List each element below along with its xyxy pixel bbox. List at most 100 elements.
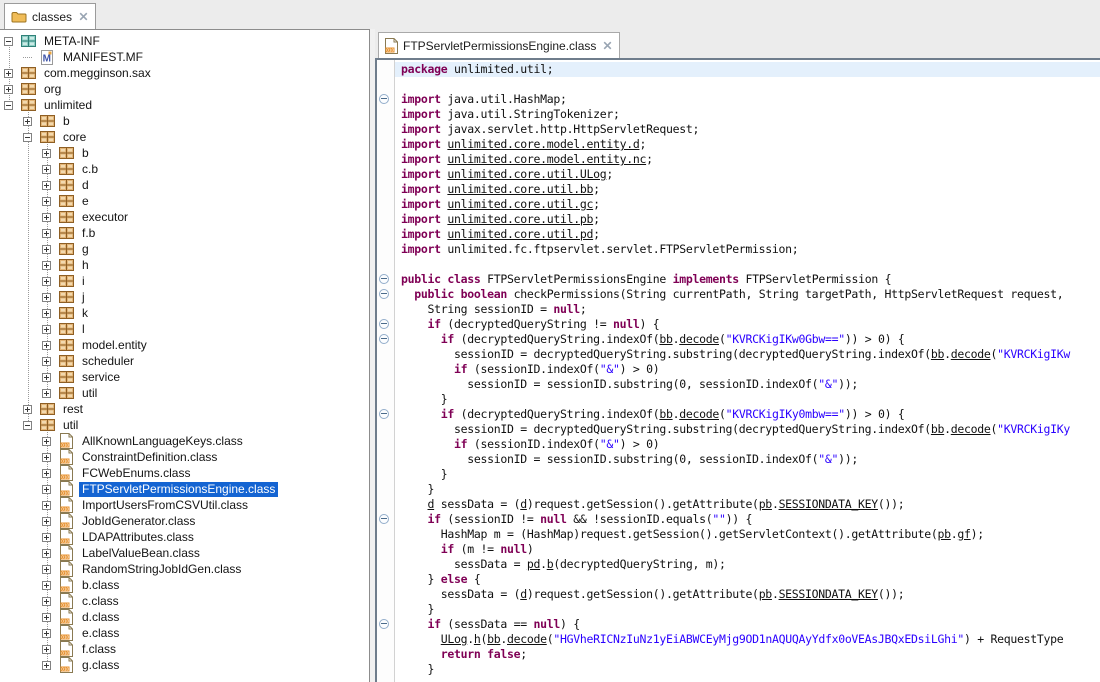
code-link[interactable]: unlimited.core.util.pb: [447, 212, 593, 226]
expand-icon[interactable]: [42, 517, 51, 526]
tree-item[interactable]: unlimited: [0, 97, 369, 113]
code-link[interactable]: d: [520, 587, 527, 601]
tree-item[interactable]: executor: [0, 209, 369, 225]
expand-icon[interactable]: [42, 357, 51, 366]
collapse-icon[interactable]: [4, 101, 13, 110]
code-link[interactable]: decode: [951, 347, 991, 361]
expand-icon[interactable]: [4, 69, 13, 78]
expand-icon[interactable]: [42, 597, 51, 606]
tree-item[interactable]: 010d.class: [0, 609, 369, 625]
expand-icon[interactable]: [23, 405, 32, 414]
code-link[interactable]: pb: [759, 497, 772, 511]
expand-icon[interactable]: [42, 645, 51, 654]
tree-item[interactable]: 010c.class: [0, 593, 369, 609]
tree-item[interactable]: 010FTPServletPermissionsEngine.class: [0, 481, 369, 497]
tree-item[interactable]: org: [0, 81, 369, 97]
fold-collapse-icon[interactable]: [379, 274, 389, 284]
expand-icon[interactable]: [42, 533, 51, 542]
expand-icon[interactable]: [4, 85, 13, 94]
fold-collapse-icon[interactable]: [379, 289, 389, 299]
expand-icon[interactable]: [42, 389, 51, 398]
tree-item[interactable]: model.entity: [0, 337, 369, 353]
jar-tab-classes[interactable]: classes: [4, 3, 96, 29]
expand-icon[interactable]: [42, 469, 51, 478]
tree-item[interactable]: 010RandomStringJobIdGen.class: [0, 561, 369, 577]
expand-icon[interactable]: [23, 117, 32, 126]
expand-icon[interactable]: [42, 373, 51, 382]
tree-item[interactable]: 010LDAPAttributes.class: [0, 529, 369, 545]
expand-icon[interactable]: [42, 485, 51, 494]
tree-item[interactable]: b: [0, 145, 369, 161]
tree-item[interactable]: h: [0, 257, 369, 273]
expand-icon[interactable]: [42, 613, 51, 622]
fold-collapse-icon[interactable]: [379, 334, 389, 344]
expand-icon[interactable]: [42, 549, 51, 558]
collapse-icon[interactable]: [4, 37, 13, 46]
tree-item[interactable]: d: [0, 177, 369, 193]
expand-icon[interactable]: [42, 341, 51, 350]
tree-item[interactable]: META-INF: [0, 33, 369, 49]
tree-item[interactable]: util: [0, 417, 369, 433]
code-link[interactable]: unlimited.core.util.pd: [447, 227, 593, 241]
expand-icon[interactable]: [42, 181, 51, 190]
expand-icon[interactable]: [42, 293, 51, 302]
code-link[interactable]: SESSIONDATA_KEY: [779, 497, 878, 511]
expand-icon[interactable]: [42, 565, 51, 574]
tree-item[interactable]: 010AllKnownLanguageKeys.class: [0, 433, 369, 449]
tree-item[interactable]: rest: [0, 401, 369, 417]
collapse-icon[interactable]: [23, 133, 32, 142]
close-icon[interactable]: [603, 41, 612, 50]
code-link[interactable]: decode: [951, 422, 991, 436]
tree-item[interactable]: 010f.class: [0, 641, 369, 657]
tree-item[interactable]: 010ConstraintDefinition.class: [0, 449, 369, 465]
fold-collapse-icon[interactable]: [379, 619, 389, 629]
code-link[interactable]: decode: [679, 332, 719, 346]
tree-item[interactable]: b: [0, 113, 369, 129]
expand-icon[interactable]: [42, 453, 51, 462]
tree-item[interactable]: core: [0, 129, 369, 145]
code-link[interactable]: pb: [759, 587, 772, 601]
expand-icon[interactable]: [42, 229, 51, 238]
close-icon[interactable]: [79, 12, 88, 21]
expand-icon[interactable]: [42, 501, 51, 510]
code-link[interactable]: d: [520, 497, 527, 511]
expand-icon[interactable]: [42, 581, 51, 590]
code-link[interactable]: pb: [938, 527, 951, 541]
tree-item[interactable]: k: [0, 305, 369, 321]
tree-item[interactable]: 010ImportUsersFromCSVUtil.class: [0, 497, 369, 513]
fold-collapse-icon[interactable]: [379, 319, 389, 329]
code-link[interactable]: unlimited.core.model.entity.d: [447, 137, 639, 151]
code-link[interactable]: gf: [957, 527, 970, 541]
code-link[interactable]: bb: [931, 347, 944, 361]
fold-collapse-icon[interactable]: [379, 94, 389, 104]
tree-item[interactable]: 010JobIdGenerator.class: [0, 513, 369, 529]
expand-icon[interactable]: [42, 213, 51, 222]
code-link[interactable]: unlimited.core.model.entity.nc: [447, 152, 646, 166]
tree-item[interactable]: f.b: [0, 225, 369, 241]
tree-item[interactable]: com.megginson.sax: [0, 65, 369, 81]
tree-item[interactable]: 010b.class: [0, 577, 369, 593]
code-area[interactable]: package unlimited.util;import java.util.…: [395, 60, 1100, 682]
expand-icon[interactable]: [42, 629, 51, 638]
tree-item[interactable]: l: [0, 321, 369, 337]
code-link[interactable]: decode: [679, 407, 719, 421]
fold-collapse-icon[interactable]: [379, 514, 389, 524]
code-link[interactable]: bb: [659, 332, 672, 346]
code-link[interactable]: bb: [659, 407, 672, 421]
tree-item[interactable]: scheduler: [0, 353, 369, 369]
expand-icon[interactable]: [42, 149, 51, 158]
code-link[interactable]: unlimited.core.util.gc: [447, 197, 593, 211]
editor-tab-class[interactable]: 010 FTPServletPermissionsEngine.class: [378, 32, 620, 58]
tree-item[interactable]: c.b: [0, 161, 369, 177]
code-link[interactable]: pd: [527, 557, 540, 571]
expand-icon[interactable]: [42, 197, 51, 206]
tree-item[interactable]: 010FCWebEnums.class: [0, 465, 369, 481]
code-link[interactable]: bb: [931, 422, 944, 436]
code-link[interactable]: SESSIONDATA_KEY: [779, 587, 878, 601]
tree-item[interactable]: 010LabelValueBean.class: [0, 545, 369, 561]
tree-item[interactable]: 010g.class: [0, 657, 369, 673]
collapse-icon[interactable]: [23, 421, 32, 430]
tree-item[interactable]: i: [0, 273, 369, 289]
expand-icon[interactable]: [42, 245, 51, 254]
tree-item[interactable]: e: [0, 193, 369, 209]
